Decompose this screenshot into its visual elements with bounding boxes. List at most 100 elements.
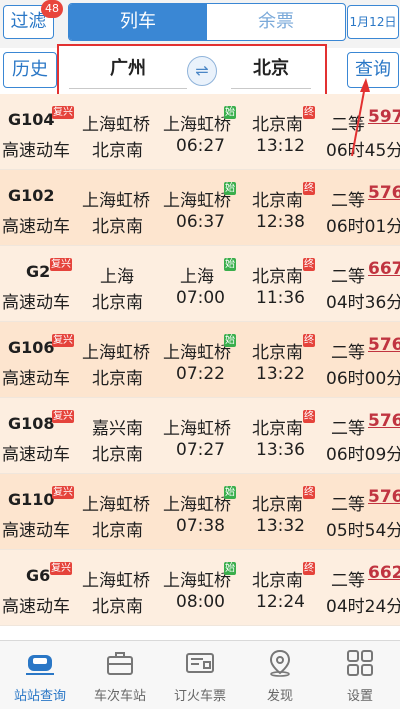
seat-class: 二等 xyxy=(331,267,365,287)
to-city-field[interactable]: 北京 xyxy=(231,50,311,89)
origin-station: 嘉兴南 xyxy=(92,419,143,439)
terminal-station: 北京南 xyxy=(92,597,143,617)
arrive-end-badge: 终 xyxy=(303,182,315,195)
train-row[interactable]: G2 复兴 高速动车 上海 北京南 上海始 07:00 北京南终 11:36 二等 667 04时36… xyxy=(0,246,400,322)
arrive-end-badge: 终 xyxy=(303,562,315,575)
arrive-end-badge: 终 xyxy=(303,334,315,347)
seat-class: 二等 xyxy=(331,115,365,135)
duration: 06时01分 xyxy=(326,217,400,237)
train-row[interactable]: G110 复兴 高速动车 上海虹桥 北京南 上海虹桥始 07:38 北京南终 13:32 二等 57… xyxy=(0,474,400,550)
nav-discover[interactable]: 发现 xyxy=(240,641,320,709)
grid-icon xyxy=(347,650,373,676)
depart-station: 上海虹桥 xyxy=(163,115,231,135)
duration: 06时09分 xyxy=(326,445,400,465)
train-code: G108 xyxy=(8,414,55,433)
arrive-time: 12:38 xyxy=(256,212,305,232)
fuxing-badge: 复兴 xyxy=(52,334,74,347)
depart-start-badge: 始 xyxy=(224,258,236,271)
top-toolbar: 过滤 48 列车 余票 1月12日 xyxy=(0,0,400,48)
ticket-price: 597 xyxy=(368,107,400,127)
fuxing-badge: 复兴 xyxy=(52,106,74,119)
origin-station: 上海 xyxy=(100,267,134,287)
nav-book-ticket[interactable]: 订火车票 xyxy=(160,641,240,709)
arrive-station: 北京南 xyxy=(252,419,303,439)
depart-time: 06:27 xyxy=(176,136,225,156)
duration: 04时24分 xyxy=(326,597,400,617)
date-button[interactable]: 1月12日 xyxy=(347,5,399,39)
route-selector: 广州 ⇌ 北京 xyxy=(57,44,327,98)
train-code: G102 xyxy=(8,186,55,205)
nav-label: 订火车票 xyxy=(173,689,226,704)
ticket-price: 576 xyxy=(368,183,400,203)
from-city-field[interactable]: 广州 xyxy=(69,50,187,89)
nav-settings[interactable]: 设置 xyxy=(320,641,400,709)
arrive-end-badge: 终 xyxy=(303,106,315,119)
nav-label: 站站查询 xyxy=(13,689,66,704)
ticket-icon xyxy=(186,653,214,673)
history-button[interactable]: 历史 xyxy=(3,52,57,88)
view-segmented-control: 列车 余票 xyxy=(68,3,346,41)
train-type: 高速动车 xyxy=(2,141,70,161)
nav-label: 设置 xyxy=(346,689,373,704)
arrive-time: 13:32 xyxy=(256,516,305,536)
arrive-time: 12:24 xyxy=(256,592,305,612)
depart-start-badge: 始 xyxy=(224,334,236,347)
depart-time: 07:22 xyxy=(176,364,225,384)
seat-class: 二等 xyxy=(331,419,365,439)
seat-class: 二等 xyxy=(331,191,365,211)
swap-icon[interactable]: ⇌ xyxy=(187,56,217,86)
train-code: G2 xyxy=(26,262,51,281)
filter-label: 过滤 xyxy=(10,11,47,32)
arrive-station: 北京南 xyxy=(252,571,303,591)
terminal-station: 北京南 xyxy=(92,217,143,237)
depart-start-badge: 始 xyxy=(224,106,236,119)
train-type: 高速动车 xyxy=(2,597,70,617)
ticket-price: 667 xyxy=(368,259,400,279)
train-row[interactable]: G106 复兴 高速动车 上海虹桥 北京南 上海虹桥始 07:22 北京南终 13:22 二等 57… xyxy=(0,322,400,398)
depart-start-badge: 始 xyxy=(224,486,236,499)
train-row[interactable]: G6 复兴 高速动车 上海虹桥 北京南 上海虹桥始 08:00 北京南终 12:24 二等 662 0… xyxy=(0,550,400,626)
arrive-time: 13:22 xyxy=(256,364,305,384)
tab-trains[interactable]: 列车 xyxy=(69,4,207,40)
briefcase-icon xyxy=(107,652,133,675)
duration: 06时00分 xyxy=(326,369,400,389)
train-type: 高速动车 xyxy=(2,445,70,465)
duration: 04时36分 xyxy=(326,293,400,313)
train-code: G110 xyxy=(8,490,55,509)
arrive-end-badge: 终 xyxy=(303,258,315,271)
depart-time: 07:27 xyxy=(176,440,225,460)
train-list: G104 复兴 高速动车 上海虹桥 北京南 上海虹桥始 06:27 北京南终 13:12 二等 59… xyxy=(0,94,400,640)
train-row[interactable]: G108 复兴 高速动车 嘉兴南 北京南 上海虹桥 07:27 北京南终 13:36 二等 576 0… xyxy=(0,398,400,474)
nav-station-query[interactable]: 站站查询 xyxy=(0,641,80,709)
nav-train-station[interactable]: 车次车站 xyxy=(80,641,160,709)
train-row[interactable]: G104 复兴 高速动车 上海虹桥 北京南 上海虹桥始 06:27 北京南终 13:12 二等 59… xyxy=(0,94,400,170)
train-type: 高速动车 xyxy=(2,369,70,389)
duration: 05时54分 xyxy=(326,521,400,541)
depart-station: 上海虹桥 xyxy=(163,343,231,363)
terminal-station: 北京南 xyxy=(92,521,143,541)
filter-button[interactable]: 过滤 48 xyxy=(3,0,63,39)
arrive-station: 北京南 xyxy=(252,495,303,515)
location-icon xyxy=(269,649,291,677)
train-row[interactable]: G102 高速动车 上海虹桥 北京南 上海虹桥始 06:37 北京南终 12:38 二等 576 0… xyxy=(0,170,400,246)
origin-station: 上海虹桥 xyxy=(82,115,150,135)
filter-count-badge: 48 xyxy=(41,0,63,18)
depart-time: 06:37 xyxy=(176,212,225,232)
arrive-time: 11:36 xyxy=(256,288,305,308)
arrive-end-badge: 终 xyxy=(303,486,315,499)
duration: 06时45分 xyxy=(326,141,400,161)
query-button[interactable]: 查询 xyxy=(347,52,399,88)
arrive-time: 13:36 xyxy=(256,440,305,460)
nav-label: 车次车站 xyxy=(93,689,146,704)
terminal-station: 北京南 xyxy=(92,445,143,465)
depart-station: 上海 xyxy=(180,267,214,287)
depart-station: 上海虹桥 xyxy=(163,571,231,591)
depart-time: 08:00 xyxy=(176,592,225,612)
arrive-station: 北京南 xyxy=(252,343,303,363)
depart-start-badge: 始 xyxy=(224,562,236,575)
ticket-price: 576 xyxy=(368,411,400,431)
nav-label: 发现 xyxy=(266,689,293,704)
train-type: 高速动车 xyxy=(2,217,70,237)
seat-class: 二等 xyxy=(331,571,365,591)
tab-remaining-tickets[interactable]: 余票 xyxy=(207,4,345,40)
